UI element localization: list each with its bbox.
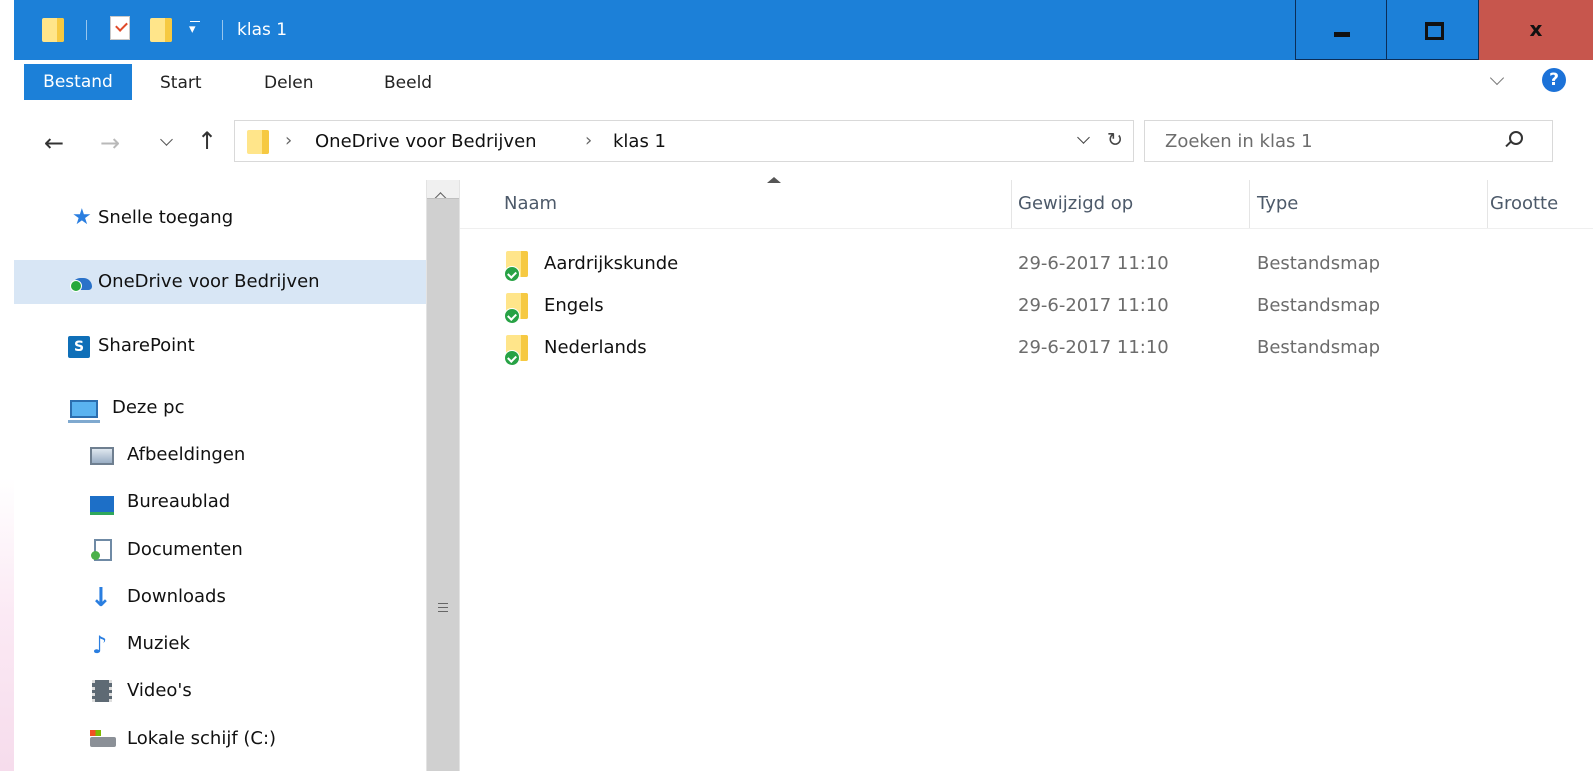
nav-item-muziek[interactable]: ♪ Muziek bbox=[14, 622, 426, 666]
sync-status-check-icon bbox=[504, 308, 520, 324]
minimize-button[interactable] bbox=[1295, 0, 1387, 60]
column-header-type[interactable]: Type bbox=[1250, 180, 1488, 228]
address-bar[interactable]: › OneDrive voor Bedrijven › klas 1 ↻ bbox=[234, 120, 1134, 162]
title-bar: ▾ klas 1 x bbox=[14, 0, 1593, 60]
file-name: Nederlands bbox=[544, 337, 647, 358]
help-icon[interactable]: ? bbox=[1542, 68, 1566, 92]
onedrive-icon bbox=[70, 278, 92, 292]
nav-item-downloads[interactable]: ↓ Downloads bbox=[14, 575, 426, 619]
drive-icon bbox=[90, 730, 116, 747]
music-icon: ♪ bbox=[92, 631, 108, 659]
properties-icon[interactable] bbox=[110, 16, 130, 40]
scrollbar-thumb[interactable] bbox=[427, 198, 459, 771]
nav-item-label: SharePoint bbox=[98, 335, 195, 356]
file-type: Bestandsmap bbox=[1257, 337, 1381, 358]
customize-quick-access-icon[interactable]: ▾ bbox=[189, 21, 200, 38]
scrollbar-grip-icon bbox=[438, 603, 448, 612]
file-modified: 29-6-2017 11:10 bbox=[1018, 253, 1169, 274]
nav-item-label: Deze pc bbox=[112, 397, 185, 418]
tab-delen[interactable]: Delen bbox=[264, 69, 314, 97]
navigation-pane: ★ Snelle toegang OneDrive voor Bedrijven… bbox=[14, 180, 426, 771]
breadcrumb-separator-icon[interactable]: › bbox=[585, 129, 592, 153]
nav-item-bureaublad[interactable]: Bureaublad bbox=[14, 480, 426, 524]
search-box bbox=[1144, 120, 1553, 162]
sort-ascending-icon bbox=[767, 177, 781, 183]
sync-status-check-icon bbox=[504, 266, 520, 282]
column-header-label: Gewijzigd op bbox=[1018, 193, 1134, 214]
desktop-icon bbox=[90, 496, 114, 515]
nav-item-label: Documenten bbox=[127, 539, 243, 560]
explorer-window: ▾ klas 1 x Bestand Start Delen Beeld ? ←… bbox=[14, 0, 1593, 771]
table-row[interactable]: Engels 29-6-2017 11:10 Bestandsmap bbox=[460, 286, 1593, 326]
nav-item-documenten[interactable]: Documenten bbox=[14, 528, 426, 572]
header-divider bbox=[460, 228, 1593, 229]
search-icon[interactable] bbox=[1509, 131, 1523, 145]
back-arrow-icon[interactable]: ← bbox=[44, 128, 64, 158]
breadcrumb-onedrive[interactable]: OneDrive voor Bedrijven bbox=[315, 130, 537, 154]
file-list: Naam Gewijzigd op Type Grootte Aardrijks… bbox=[460, 177, 1593, 771]
qa-separator bbox=[86, 20, 87, 40]
nav-item-snelle-toegang[interactable]: ★ Snelle toegang bbox=[14, 196, 426, 240]
quick-access-folder-icon[interactable] bbox=[42, 18, 64, 42]
ribbon-tabs: Bestand Start Delen Beeld bbox=[14, 60, 1593, 105]
breadcrumb-separator-icon[interactable]: › bbox=[285, 129, 292, 153]
nav-item-label: Video's bbox=[127, 680, 192, 701]
sync-status-check-icon bbox=[504, 350, 520, 366]
column-header-label: Grootte bbox=[1490, 193, 1559, 214]
video-icon bbox=[92, 680, 112, 702]
table-row[interactable]: Aardrijkskunde 29-6-2017 11:10 Bestandsm… bbox=[460, 244, 1593, 284]
nav-item-label: OneDrive voor Bedrijven bbox=[98, 271, 320, 292]
nav-item-label: Downloads bbox=[127, 586, 226, 607]
recent-locations-chevron-icon[interactable] bbox=[160, 133, 173, 146]
breadcrumb-klas-1[interactable]: klas 1 bbox=[613, 130, 666, 154]
close-button[interactable]: x bbox=[1479, 0, 1593, 60]
tab-beeld[interactable]: Beeld bbox=[384, 69, 432, 97]
column-header-naam[interactable]: Naam bbox=[484, 177, 1012, 228]
nav-item-label: Snelle toegang bbox=[98, 207, 234, 228]
search-input[interactable] bbox=[1145, 121, 1505, 161]
nav-item-onedrive[interactable]: OneDrive voor Bedrijven bbox=[14, 260, 426, 304]
up-arrow-icon[interactable]: ↑ bbox=[197, 126, 217, 156]
expand-ribbon-chevron-icon[interactable] bbox=[1489, 70, 1505, 86]
column-header-grootte[interactable]: Grootte bbox=[1488, 180, 1593, 228]
nav-item-sharepoint[interactable]: S SharePoint bbox=[14, 324, 426, 368]
nav-item-deze-pc[interactable]: Deze pc bbox=[14, 386, 426, 430]
file-type: Bestandsmap bbox=[1257, 295, 1381, 316]
documents-icon bbox=[91, 539, 112, 561]
tab-start[interactable]: Start bbox=[160, 69, 202, 97]
address-folder-icon bbox=[247, 130, 269, 154]
background-strip bbox=[0, 0, 14, 771]
nav-item-label: Bureaublad bbox=[127, 491, 231, 512]
nav-item-label: Muziek bbox=[127, 633, 190, 654]
file-type: Bestandsmap bbox=[1257, 253, 1381, 274]
nav-item-videos[interactable]: Video's bbox=[14, 669, 426, 713]
nav-item-label: Lokale schijf (C:) bbox=[127, 728, 277, 749]
nav-item-label: Afbeeldingen bbox=[127, 444, 246, 465]
tab-bestand[interactable]: Bestand bbox=[24, 64, 132, 100]
table-row[interactable]: Nederlands 29-6-2017 11:10 Bestandsmap bbox=[460, 328, 1593, 368]
address-dropdown-chevron-icon[interactable] bbox=[1077, 131, 1090, 144]
file-modified: 29-6-2017 11:10 bbox=[1018, 295, 1169, 316]
column-header-label: Naam bbox=[504, 193, 558, 214]
new-folder-icon[interactable] bbox=[150, 18, 172, 42]
column-header-label: Type bbox=[1257, 193, 1299, 214]
file-modified: 29-6-2017 11:10 bbox=[1018, 337, 1169, 358]
refresh-icon[interactable]: ↻ bbox=[1107, 127, 1123, 153]
window-title: klas 1 bbox=[237, 20, 288, 40]
forward-arrow-icon[interactable]: → bbox=[100, 128, 120, 158]
nav-item-afbeeldingen[interactable]: Afbeeldingen bbox=[14, 433, 426, 477]
nav-item-lokale-schijf[interactable]: Lokale schijf (C:) bbox=[14, 717, 426, 761]
navigation-bar: ← → ↑ › OneDrive voor Bedrijven › klas 1… bbox=[14, 104, 1593, 180]
file-name: Aardrijkskunde bbox=[544, 253, 679, 274]
pc-icon bbox=[68, 400, 100, 423]
sharepoint-icon: S bbox=[68, 336, 90, 358]
column-header-gewijzigd-op[interactable]: Gewijzigd op bbox=[1012, 180, 1250, 228]
download-icon: ↓ bbox=[90, 583, 112, 613]
star-icon: ★ bbox=[72, 205, 92, 230]
maximize-button[interactable] bbox=[1387, 0, 1479, 60]
title-separator bbox=[222, 20, 223, 40]
file-name: Engels bbox=[544, 295, 604, 316]
navigation-pane-scrollbar[interactable] bbox=[426, 180, 460, 771]
pictures-icon bbox=[90, 447, 114, 465]
